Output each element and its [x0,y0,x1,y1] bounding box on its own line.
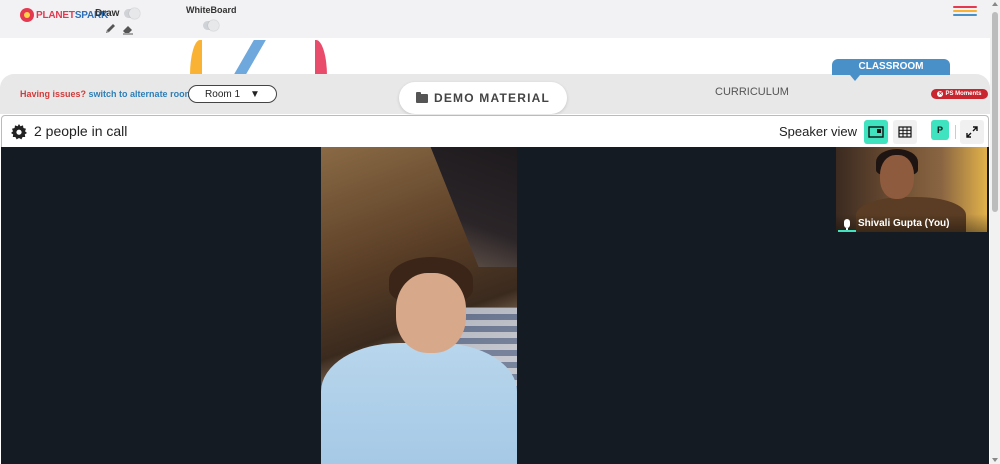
grid-view-button[interactable] [893,120,917,144]
logo-text-planet: PLANET [36,9,75,21]
draw-toggle[interactable] [124,8,140,19]
folder-icon [415,91,428,103]
self-video-tile[interactable]: Shivali Gupta (You) [836,147,987,232]
draw-label: Draw [95,8,120,19]
eraser-icon[interactable] [122,23,134,35]
tab-classroom[interactable]: CLASSROOM [832,59,950,81]
app-window: PLANETSPARK Draw WhiteBoard Having issue… [0,0,1000,464]
tab-demo-material[interactable]: DEMO MATERIAL [399,82,567,114]
gear-icon[interactable] [11,124,27,140]
header-divider [955,125,956,139]
self-name-text: Shivali Gupta (You) [858,217,950,229]
room-select-value: Room 1 [205,88,241,100]
switch-room-link[interactable]: switch to alternate room [89,89,193,99]
tab-demo-material-label: DEMO MATERIAL [433,91,551,105]
video-stage: Shivali Gupta (You) [1,147,989,464]
call-header: 2 people in call Speaker view P [1,115,989,147]
caret-down-icon: ▼ [250,88,260,100]
participant-badge[interactable]: P [931,120,949,140]
main-speaker-video[interactable] [321,147,517,464]
hamburger-menu-icon[interactable] [953,6,977,18]
page-scrollbar[interactable] [990,0,1000,464]
fullscreen-button[interactable] [960,120,984,144]
mic-icon [844,218,850,231]
people-in-call-count: 2 people in call [34,123,128,139]
logo-badge-icon [20,8,34,22]
fullscreen-icon [966,126,978,138]
pencil-icon[interactable] [104,23,116,35]
scroll-up-arrow-icon[interactable] [992,2,998,6]
having-issues-label: Having issues? [20,89,87,99]
scroll-thumb[interactable] [992,12,998,212]
grid-view-icon [898,126,912,138]
self-name-label: Shivali Gupta (You) [836,214,987,232]
close-circle-icon: ✕ [937,91,944,97]
ps-moments-label: PS Moments [945,91,982,97]
view-mode-label: Speaker view [779,124,858,139]
tab-curriculum[interactable]: CURRICULUM [715,86,789,98]
whiteboard-label: WhiteBoard [186,5,237,15]
room-select[interactable]: Room 1 ▼ [188,85,277,103]
ps-moments-button[interactable]: ✕ PS Moments [931,89,988,99]
speaker-view-button[interactable] [864,120,888,144]
speaking-indicator [838,230,856,232]
scroll-down-arrow-icon[interactable] [992,458,998,462]
room-issues-text: Having issues? switch to alternate room [20,89,193,99]
speaker-view-icon [868,126,884,138]
whiteboard-toggle[interactable] [203,20,219,31]
top-toolbar: PLANETSPARK Draw WhiteBoard [0,0,990,38]
